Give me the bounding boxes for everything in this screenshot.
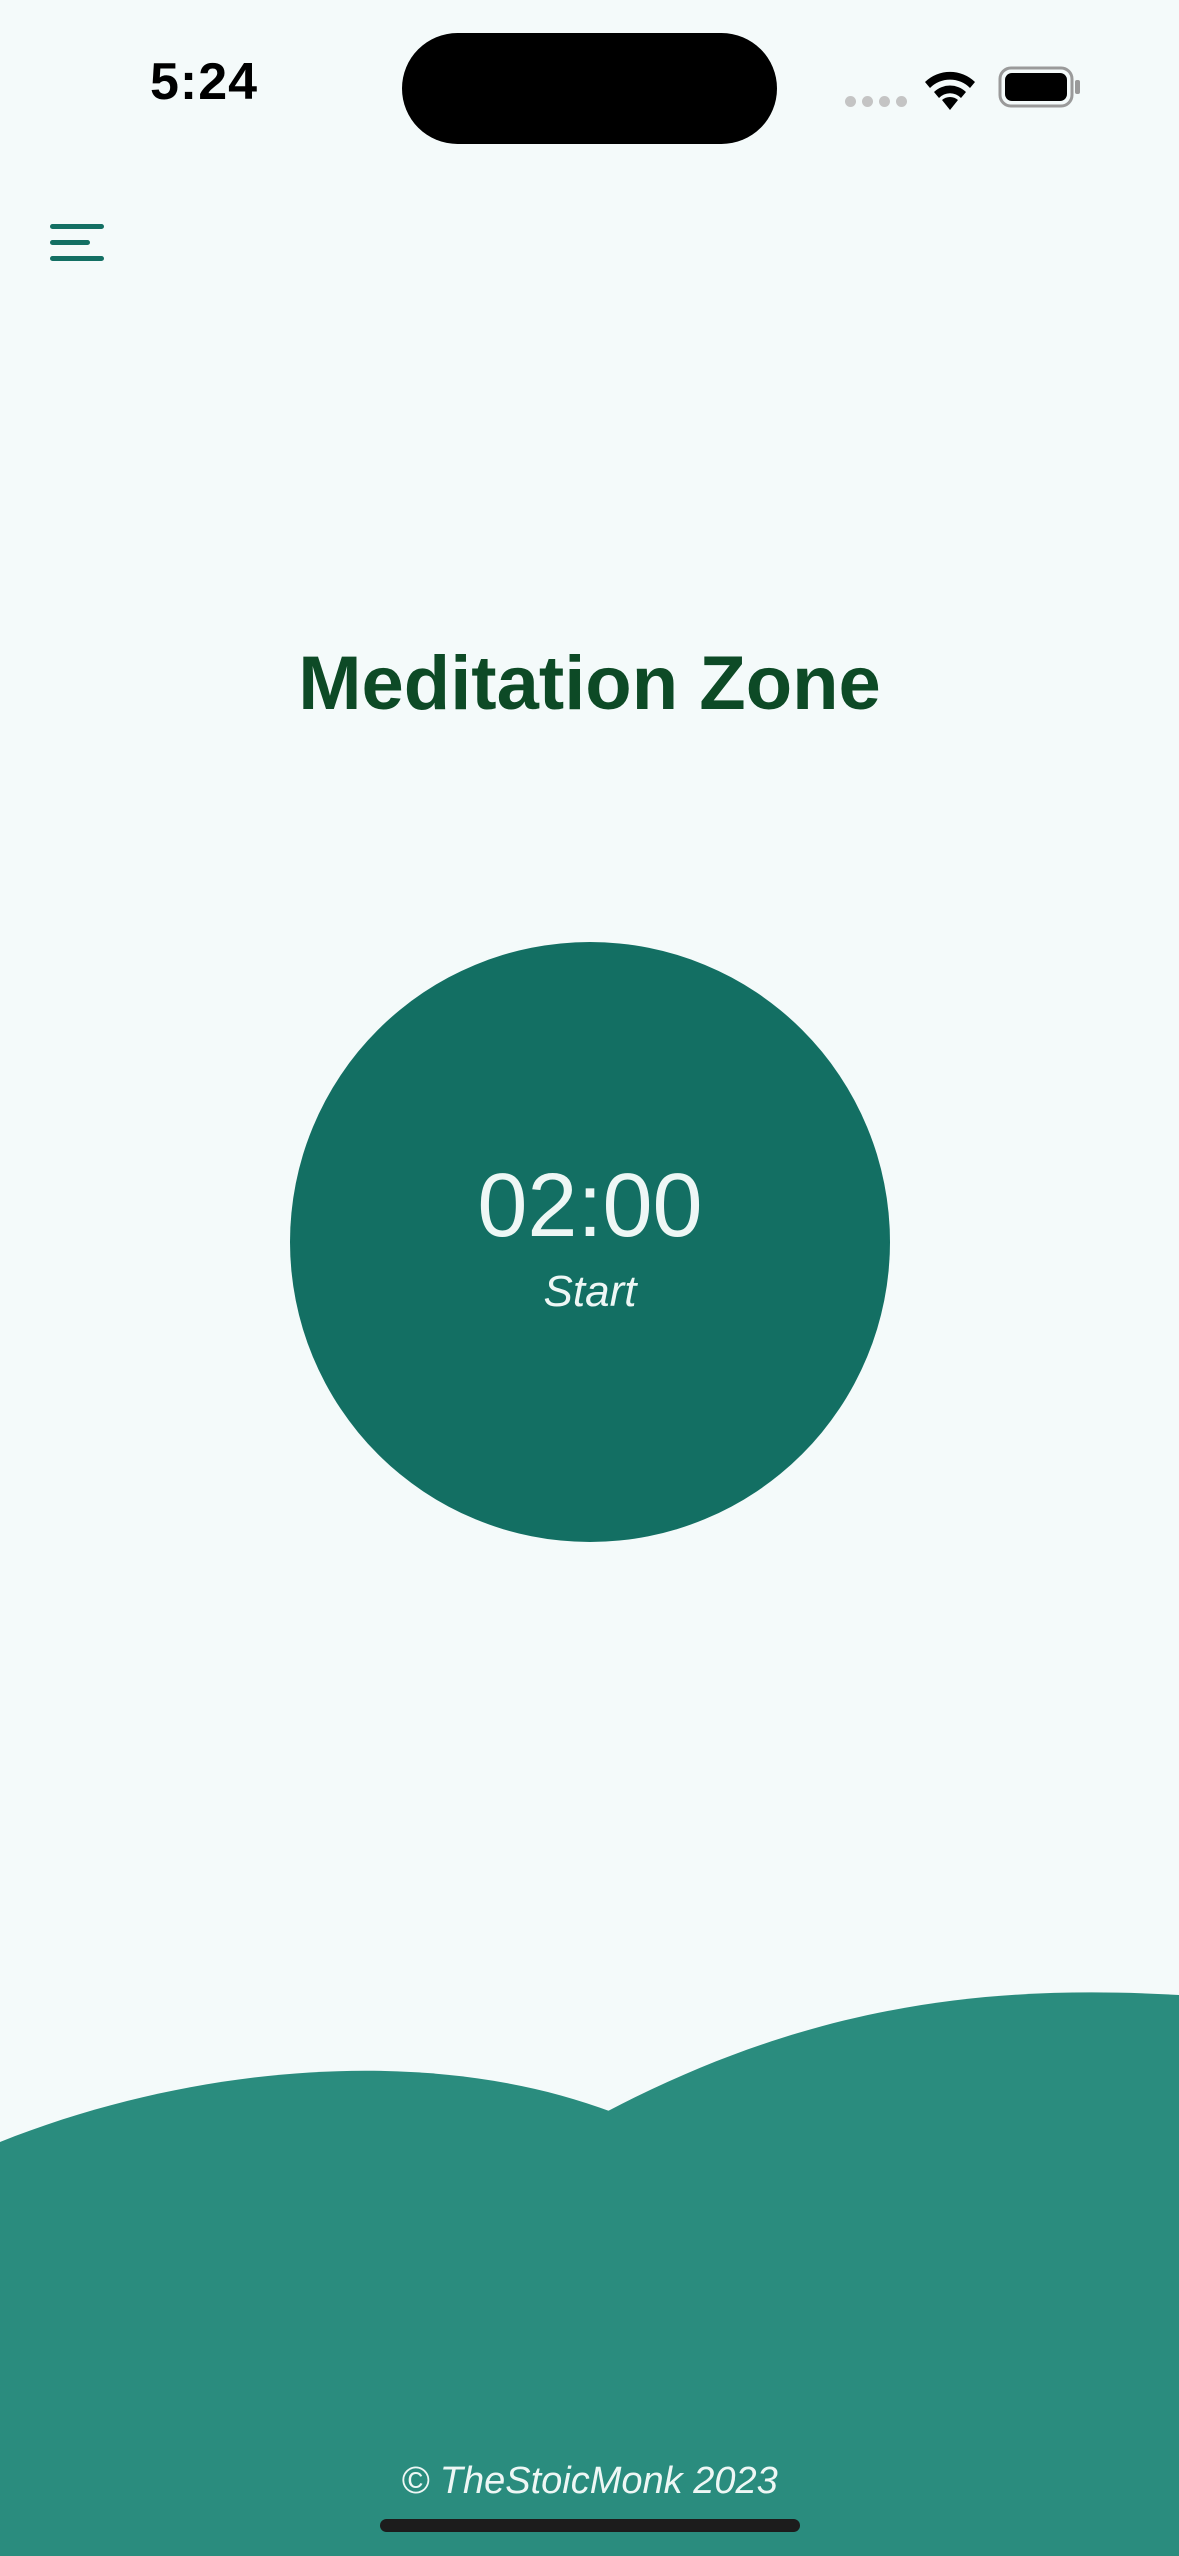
wifi-icon (925, 71, 975, 110)
battery-icon (998, 66, 1080, 108)
timer-start-button[interactable]: 02:00 Start (290, 942, 890, 1542)
status-time: 5:24 (150, 53, 259, 111)
home-indicator[interactable] (380, 2519, 800, 2532)
status-bar: 5:24 (0, 0, 1179, 180)
footer-copyright: © TheStoicMonk 2023 (401, 2460, 778, 2502)
timer-action-label: Start (543, 1267, 637, 1316)
dynamic-island (402, 33, 777, 144)
timer-value: 02:00 (477, 1156, 703, 1256)
menu-button[interactable] (46, 216, 110, 268)
page-title: Meditation Zone (298, 641, 881, 726)
cellular-signal-icon (845, 96, 907, 107)
hamburger-icon (50, 224, 104, 261)
